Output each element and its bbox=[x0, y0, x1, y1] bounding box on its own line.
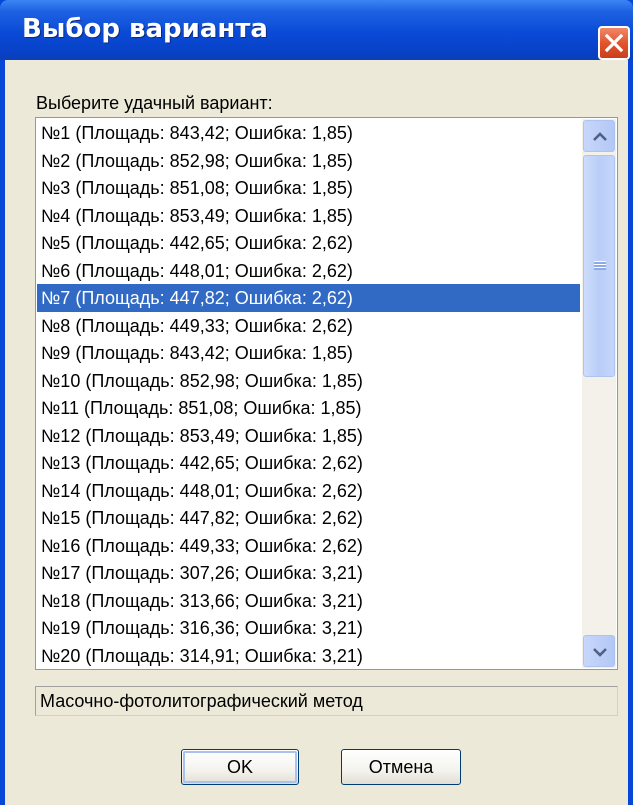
list-item[interactable]: №11 (Площадь: 851,08; Ошибка: 1,85) bbox=[37, 394, 580, 422]
dialog-body: Выберите удачный вариант: №1 (Площадь: 8… bbox=[5, 60, 628, 805]
list-item[interactable]: №1 (Площадь: 843,42; Ошибка: 1,85) bbox=[37, 119, 580, 147]
list-item[interactable]: №7 (Площадь: 447,82; Ошибка: 2,62) bbox=[37, 284, 580, 312]
list-item[interactable]: №3 (Площадь: 851,08; Ошибка: 1,85) bbox=[37, 174, 580, 202]
list-item[interactable]: №8 (Площадь: 449,33; Ошибка: 2,62) bbox=[37, 312, 580, 340]
scroll-thumb[interactable] bbox=[583, 155, 615, 377]
list-item[interactable]: №14 (Площадь: 448,01; Ошибка: 2,62) bbox=[37, 477, 580, 505]
close-button[interactable] bbox=[598, 26, 630, 60]
scroll-up-button[interactable] bbox=[583, 120, 615, 152]
list-item[interactable]: №13 (Площадь: 442,65; Ошибка: 2,62) bbox=[37, 449, 580, 477]
list-item[interactable]: №20 (Площадь: 314,91; Ошибка: 3,21) bbox=[37, 642, 580, 669]
chevron-down-icon bbox=[593, 648, 607, 657]
list-item[interactable]: №17 (Площадь: 307,26; Ошибка: 3,21) bbox=[37, 559, 580, 587]
close-icon bbox=[604, 33, 624, 53]
chevron-up-icon bbox=[593, 132, 607, 141]
list-item[interactable]: №19 (Площадь: 316,36; Ошибка: 3,21) bbox=[37, 614, 580, 642]
list-scrollbar[interactable] bbox=[582, 119, 616, 668]
list-item[interactable]: №18 (Площадь: 313,66; Ошибка: 3,21) bbox=[37, 587, 580, 615]
list-item[interactable]: №12 (Площадь: 853,49; Ошибка: 1,85) bbox=[37, 422, 580, 450]
variant-listbox[interactable]: №1 (Площадь: 843,42; Ошибка: 1,85) №2 (Пл… bbox=[35, 117, 618, 670]
list-item[interactable]: №16 (Площадь: 449,33; Ошибка: 2,62) bbox=[37, 532, 580, 560]
list-item[interactable]: №15 (Площадь: 447,82; Ошибка: 2,62) bbox=[37, 504, 580, 532]
cancel-button[interactable]: Отмена bbox=[341, 749, 461, 785]
ok-button[interactable]: OK bbox=[181, 749, 299, 785]
prompt-label: Выберите удачный вариант: bbox=[36, 93, 273, 113]
dialog-window: Выбор варианта Выберите удачный вариант:… bbox=[0, 0, 633, 805]
grip-icon bbox=[594, 261, 606, 270]
variant-list[interactable]: №1 (Площадь: 843,42; Ошибка: 1,85) №2 (Пл… bbox=[37, 119, 580, 668]
list-item[interactable]: №2 (Площадь: 852,98; Ошибка: 1,85) bbox=[37, 147, 580, 175]
list-item[interactable]: №5 (Площадь: 442,65; Ошибка: 2,62) bbox=[37, 229, 580, 257]
list-item[interactable]: №4 (Площадь: 853,49; Ошибка: 1,85) bbox=[37, 202, 580, 230]
title-bar[interactable]: Выбор варианта bbox=[0, 0, 633, 60]
list-item[interactable]: №10 (Площадь: 852,98; Ошибка: 1,85) bbox=[37, 367, 580, 395]
scroll-down-button[interactable] bbox=[583, 635, 615, 667]
list-item[interactable]: №6 (Площадь: 448,01; Ошибка: 2,62) bbox=[37, 257, 580, 285]
window-title: Выбор варианта bbox=[22, 14, 268, 44]
list-item[interactable]: №9 (Площадь: 843,42; Ошибка: 1,85) bbox=[37, 339, 580, 367]
method-label: Масочно-фотолитографический метод bbox=[35, 686, 618, 716]
